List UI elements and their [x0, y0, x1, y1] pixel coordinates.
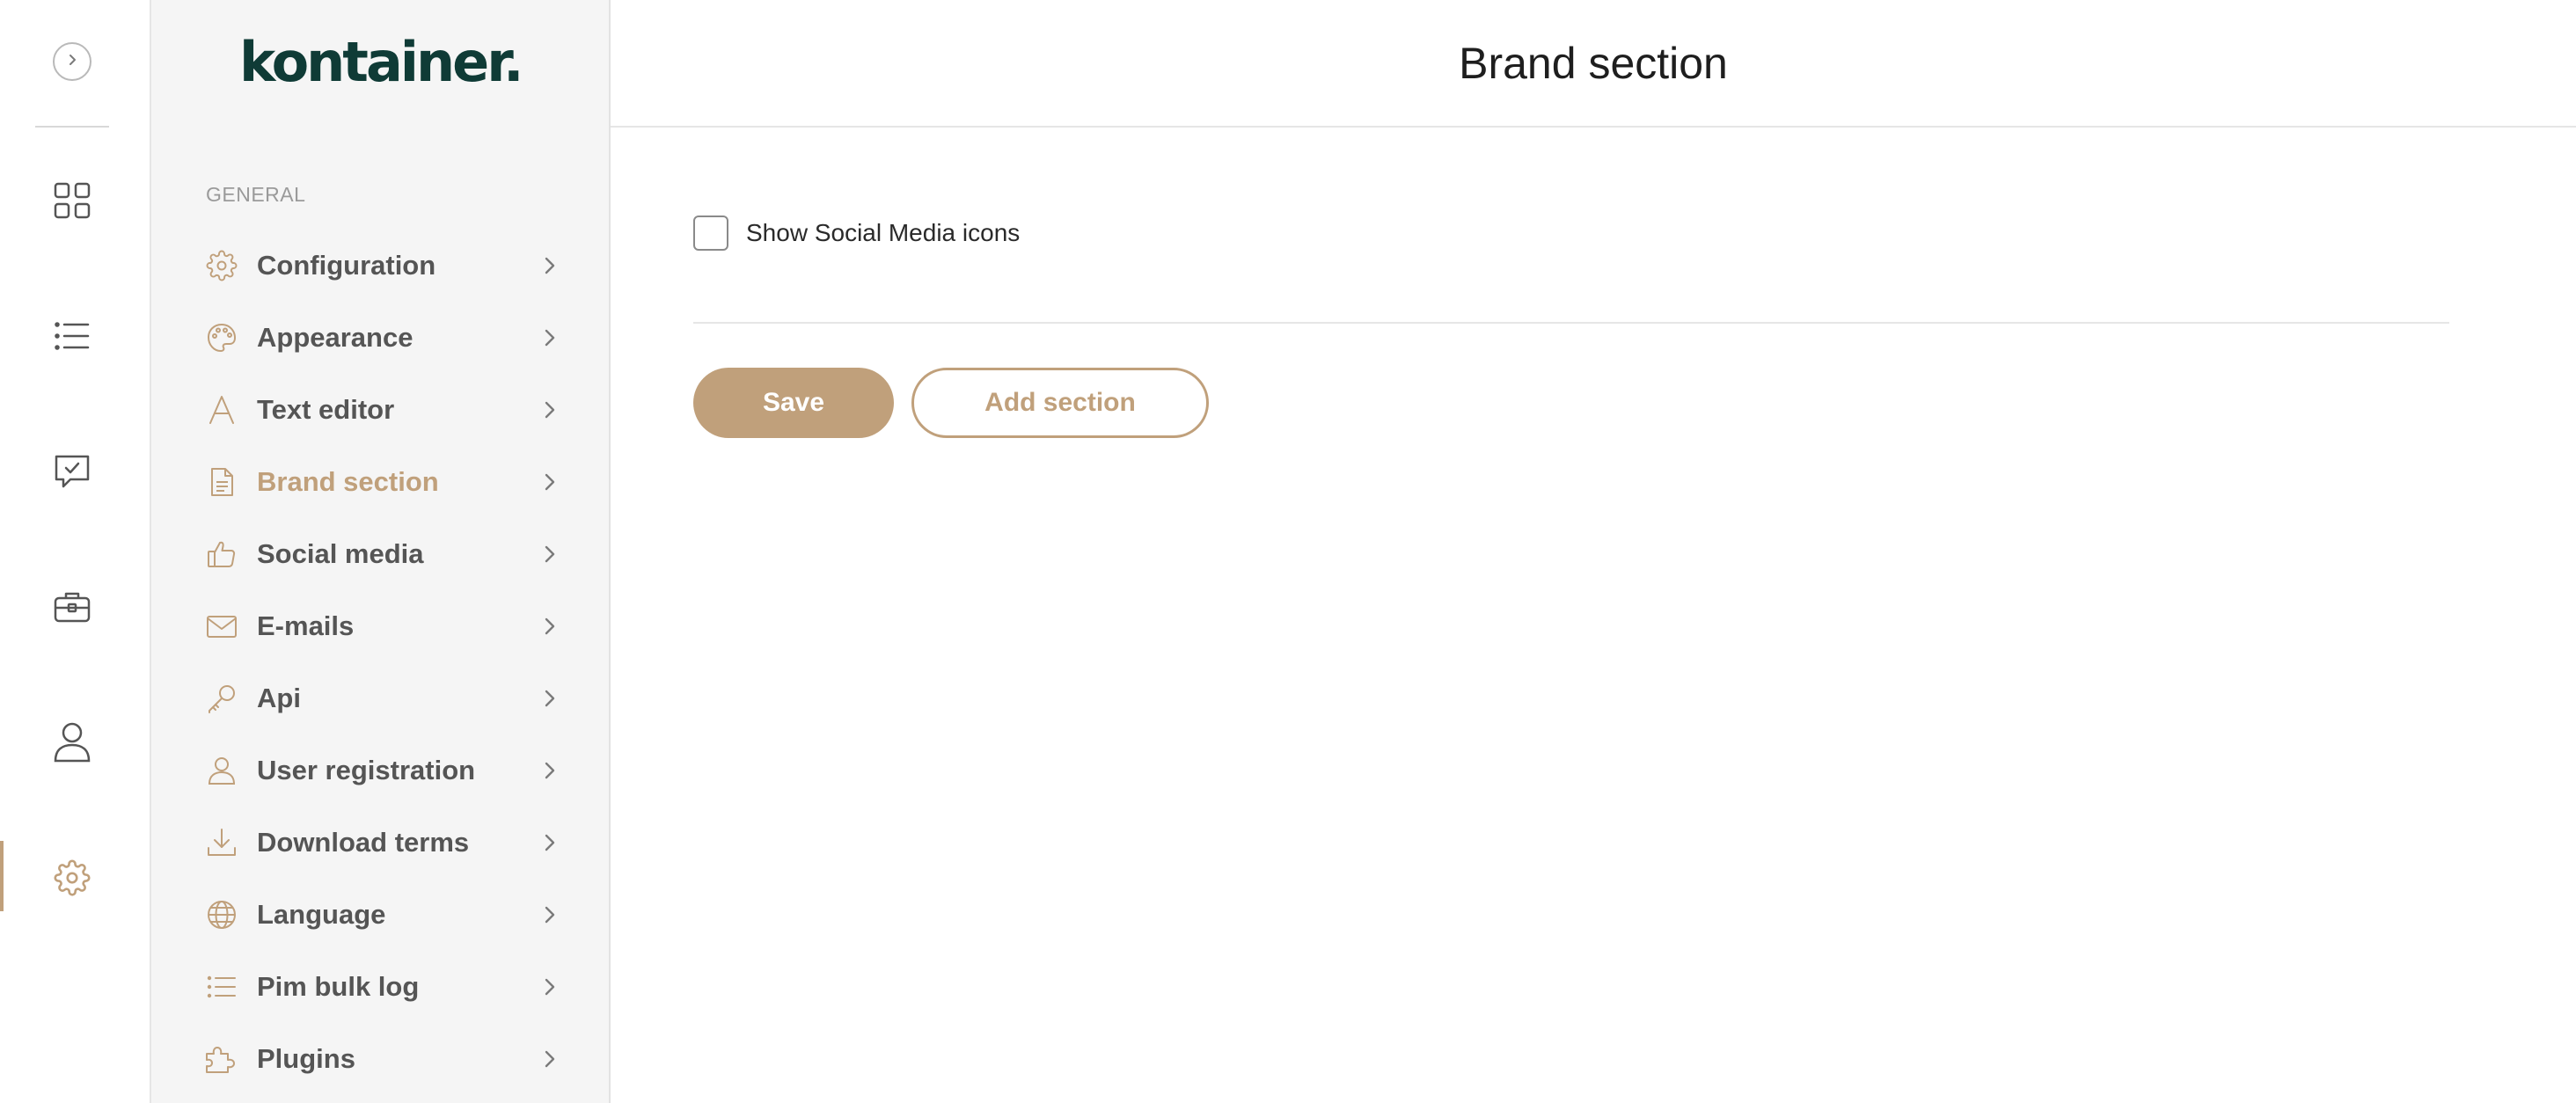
download-icon [202, 823, 241, 862]
sidebar-item-brand-section[interactable]: Brand section [202, 456, 563, 508]
chevron-right-icon [537, 469, 563, 495]
key-icon [202, 679, 241, 718]
sidebar-item-label: E-mails [257, 610, 355, 641]
sidebar-item-pim-bulk-log[interactable]: Pim bulk log [202, 961, 563, 1013]
text-icon [202, 391, 241, 429]
sidebar-item-label: User registration [257, 755, 476, 785]
rail-active-indicator [0, 841, 4, 911]
icon-rail [0, 0, 151, 1103]
sidebar-item-label: Download terms [257, 827, 470, 858]
puzzle-icon [202, 1040, 241, 1078]
rail-item-portfolio[interactable] [48, 584, 97, 633]
chevron-right-icon [537, 541, 563, 567]
sidebar-item-label: Appearance [257, 322, 413, 353]
sidebar-item-label: Pim bulk log [257, 971, 420, 1002]
rail-item-dashboard[interactable] [48, 178, 97, 227]
sidebar-item-user-registration[interactable]: User registration [202, 744, 563, 797]
chevron-right-icon [537, 829, 563, 856]
user-icon [53, 721, 91, 768]
rail-item-users[interactable] [48, 720, 97, 769]
globe-icon [202, 895, 241, 934]
save-button[interactable]: Save [693, 368, 894, 438]
content-divider [693, 322, 2449, 324]
checkbox-label: Show Social Media icons [746, 219, 1021, 246]
chevron-right-icon [537, 1046, 563, 1072]
sidebar-item-label: Configuration [257, 250, 436, 281]
sidebar-item-appearance[interactable]: Appearance [202, 311, 563, 364]
chevron-right-icon [537, 902, 563, 928]
chevron-right-icon [537, 757, 563, 784]
list-icon [53, 317, 91, 360]
chevron-right-icon [537, 397, 563, 423]
chevron-right-icon [537, 252, 563, 279]
gear-icon [202, 246, 241, 285]
chevron-right-icon [537, 613, 563, 639]
settings-sidebar: kontainer. GENERAL Configuration Appeara… [151, 0, 611, 1103]
gear-icon [54, 858, 91, 901]
expand-sidebar-button[interactable] [53, 42, 91, 81]
rail-item-list[interactable] [48, 313, 97, 362]
sidebar-item-language[interactable]: Language [202, 888, 563, 941]
rail-item-approvals[interactable] [48, 449, 97, 498]
page-title: Brand section [1459, 38, 1728, 88]
chevron-right-icon [537, 685, 563, 712]
document-icon [202, 463, 241, 501]
list-icon [202, 968, 241, 1006]
chevron-right-icon [63, 51, 81, 73]
sidebar-item-configuration[interactable]: Configuration [202, 239, 563, 292]
logo: kontainer. [239, 30, 524, 94]
chevron-right-icon [537, 974, 563, 1000]
rail-item-settings[interactable] [48, 855, 97, 904]
sidebar-item-label: Text editor [257, 394, 395, 425]
rail-divider [35, 126, 109, 128]
chevron-right-icon [537, 325, 563, 351]
sidebar-item-label: Brand section [257, 466, 439, 497]
palette-icon [202, 318, 241, 357]
thumbs-up-icon [202, 535, 241, 573]
sidebar-item-e-mails[interactable]: E-mails [202, 600, 563, 653]
sidebar-item-label: Language [257, 899, 386, 930]
sidebar-item-text-editor[interactable]: Text editor [202, 383, 563, 436]
sidebar-item-label: Plugins [257, 1043, 355, 1074]
message-check-icon [53, 452, 91, 495]
mail-icon [202, 607, 241, 646]
sidebar-item-social-media[interactable]: Social media [202, 528, 563, 581]
page-header: Brand section [611, 0, 2576, 128]
main-content: Brand section Show Social Media icons Sa… [611, 0, 2576, 1103]
sidebar-item-plugins[interactable]: Plugins [202, 1033, 563, 1085]
sidebar-section-label: GENERAL [206, 183, 306, 206]
show-social-media-icons-option[interactable]: Show Social Media icons [693, 215, 1020, 251]
user-icon [202, 751, 241, 790]
sidebar-item-label: Api [257, 683, 301, 713]
show-social-media-icons-checkbox[interactable] [693, 215, 728, 251]
sidebar-item-label: Social media [257, 538, 424, 569]
add-section-button[interactable]: Add section [911, 368, 1209, 438]
grid-icon [53, 181, 91, 224]
briefcase-icon [53, 588, 91, 631]
sidebar-item-download-terms[interactable]: Download terms [202, 816, 563, 869]
sidebar-item-api[interactable]: Api [202, 672, 563, 725]
